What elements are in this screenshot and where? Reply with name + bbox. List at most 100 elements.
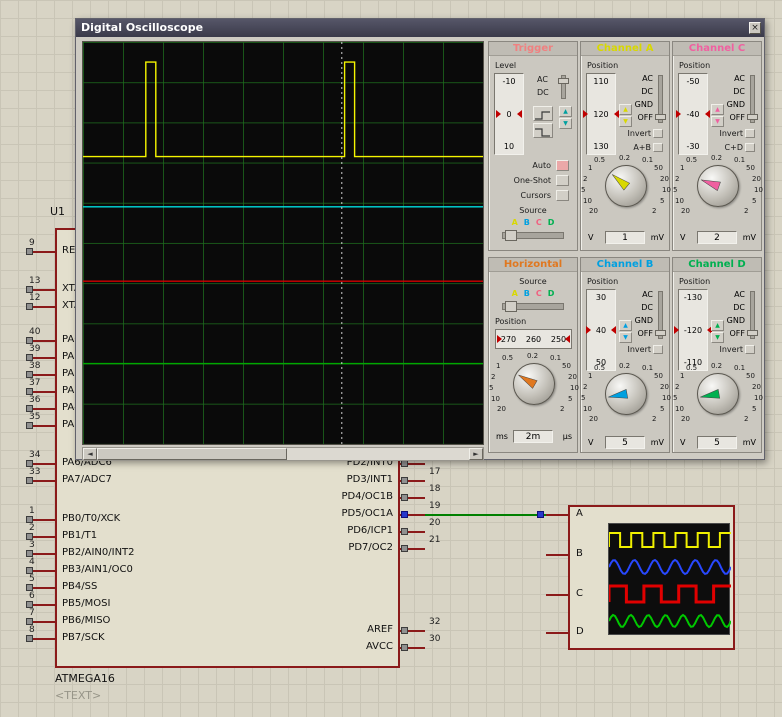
pin-number: 2 (29, 523, 55, 533)
knob-face[interactable] (697, 373, 739, 415)
cursors-button[interactable] (556, 190, 569, 201)
cursors-label: Cursors (507, 191, 551, 200)
channel-c-gain-knob[interactable]: 0.50.20.1125102050201052 (673, 156, 763, 220)
dial-scale-label: 10 (583, 197, 592, 205)
scope-horizontal-scrollbar[interactable]: ◄ ► (82, 447, 484, 461)
source-channel-a[interactable]: A (512, 218, 518, 227)
pin-stub (30, 604, 55, 606)
channel-d-gain-knob[interactable]: 0.50.20.1125102050201052 (673, 364, 763, 428)
pin-end-square (26, 533, 33, 540)
unit-left-label: V (680, 233, 685, 242)
pin-stub (30, 425, 55, 427)
channel-a-sum-button[interactable] (653, 143, 663, 152)
knob-face[interactable] (605, 165, 647, 207)
pin-stub (30, 289, 55, 291)
channel-c-invert-button[interactable] (745, 129, 755, 138)
chip-reference: U1 (50, 205, 65, 218)
knob-face[interactable] (697, 165, 739, 207)
pin-label: PB3/AIN1/OC0 (62, 564, 133, 575)
auto-button[interactable] (556, 160, 569, 171)
trigger-level-display[interactable]: -10 0 10 (494, 73, 524, 155)
horizontal-position-display[interactable]: 270 260 250 (495, 329, 572, 349)
dial-scale-label: 20 (497, 405, 506, 413)
trigger-source-thumb[interactable] (505, 230, 517, 241)
channel-c-sum-button[interactable] (745, 143, 755, 152)
pin-number: 5 (29, 574, 55, 584)
trigger-coupling-slider[interactable] (561, 75, 566, 99)
channel-d-invert-button[interactable] (745, 345, 755, 354)
pin-number: 8 (29, 625, 55, 635)
channel-a-invert-button[interactable] (653, 129, 663, 138)
pin-end-square (26, 388, 33, 395)
source-channel-b[interactable]: B (524, 218, 530, 227)
pin-label: PB1/T1 (62, 530, 97, 541)
channel-b-invert-button[interactable] (653, 345, 663, 354)
dial-scale-label: 50 (746, 372, 755, 380)
channel-d-coupling-labels: ACDCGNDOFF (717, 290, 745, 342)
channel-c-coupling-thumb[interactable] (747, 114, 758, 120)
pin-end-square (26, 354, 33, 361)
channel-c-coupling-slider[interactable] (750, 75, 755, 123)
source-channel-c[interactable]: C (536, 289, 542, 298)
trigger-coupling-thumb[interactable] (558, 78, 569, 84)
channel-b-coupling-slider[interactable] (658, 291, 663, 339)
close-icon[interactable]: × (749, 22, 761, 34)
scrollbar-thumb[interactable] (97, 448, 287, 460)
dial-scale-label: 0.5 (594, 364, 605, 372)
coupling-option-off: OFF (717, 329, 745, 342)
unit-left-label: V (588, 233, 593, 242)
source-channel-d[interactable]: D (548, 218, 555, 227)
channel-a-title: Channel A (581, 42, 669, 56)
channel-d-coupling-thumb[interactable] (747, 330, 758, 336)
channel-a-gain-knob[interactable]: 0.50.20.1125102050201052 (581, 156, 671, 220)
channel-d-position-display[interactable]: -130 -120 -110 (678, 289, 708, 371)
auto-label: Auto (507, 161, 551, 170)
channel-a-coupling-thumb[interactable] (655, 114, 666, 120)
dial-scale-label: 2 (583, 383, 587, 391)
position-marker-right (607, 326, 616, 334)
trigger-source-channel-letters: ABCD (489, 218, 577, 227)
channel-a-coupling-slider[interactable] (658, 75, 663, 123)
channel-b-position-display[interactable]: 30 40 50 (586, 289, 616, 371)
position-marker-right (561, 335, 570, 343)
timebase-knob[interactable]: 0.50.20.1125102050201052 (489, 354, 579, 418)
source-channel-d[interactable]: D (548, 289, 555, 298)
one-shot-button[interactable] (556, 175, 569, 186)
position-marker-right (701, 110, 710, 118)
channel-b-coupling-thumb[interactable] (655, 330, 666, 336)
source-channel-b[interactable]: B (524, 289, 530, 298)
probe-wave-2 (609, 586, 731, 602)
dial-scale-label: 2 (652, 207, 656, 215)
channel-d-gain-value: 5 (697, 436, 737, 449)
trigger-level-spinner[interactable]: ▲▼ (559, 106, 572, 130)
trigger-rising-edge-button[interactable] (533, 106, 553, 121)
scrollbar-left-arrow-icon[interactable]: ◄ (83, 448, 97, 460)
channel-d-coupling-slider[interactable] (750, 291, 755, 339)
position-marker-left (497, 335, 506, 343)
knob-face[interactable] (605, 373, 647, 415)
scrollbar-right-arrow-icon[interactable]: ► (469, 448, 483, 460)
trigger-source-slider[interactable] (502, 232, 564, 239)
wire-pd5-to-probe-a[interactable] (425, 514, 546, 516)
source-channel-c[interactable]: C (536, 218, 542, 227)
pin-stub (30, 587, 55, 589)
window-titlebar[interactable]: Digital Oscilloscope × (76, 19, 764, 37)
coupling-option-dc: DC (717, 87, 745, 100)
level-marker-right (513, 110, 522, 118)
timebase-value: 2m (513, 430, 553, 443)
pin-label: PB6/MISO (62, 615, 110, 626)
knob-face[interactable] (513, 363, 555, 405)
horizontal-source-slider[interactable] (502, 303, 564, 310)
dial-scale-label: 0.5 (594, 156, 605, 164)
pin-stub (30, 553, 55, 555)
channel-b-gain-knob[interactable]: 0.50.20.1125102050201052 (581, 364, 671, 428)
source-channel-a[interactable]: A (512, 289, 518, 298)
dial-scale-label: 5 (660, 405, 664, 413)
pin-end-square (401, 528, 408, 535)
trigger-source-label: Source (489, 206, 577, 215)
dial-scale-label: 10 (675, 197, 684, 205)
oscilloscope-probe-part[interactable] (568, 505, 735, 650)
trigger-falling-edge-button[interactable] (533, 123, 553, 138)
horizontal-source-thumb[interactable] (505, 301, 517, 312)
pin-number: 18 (429, 484, 455, 494)
